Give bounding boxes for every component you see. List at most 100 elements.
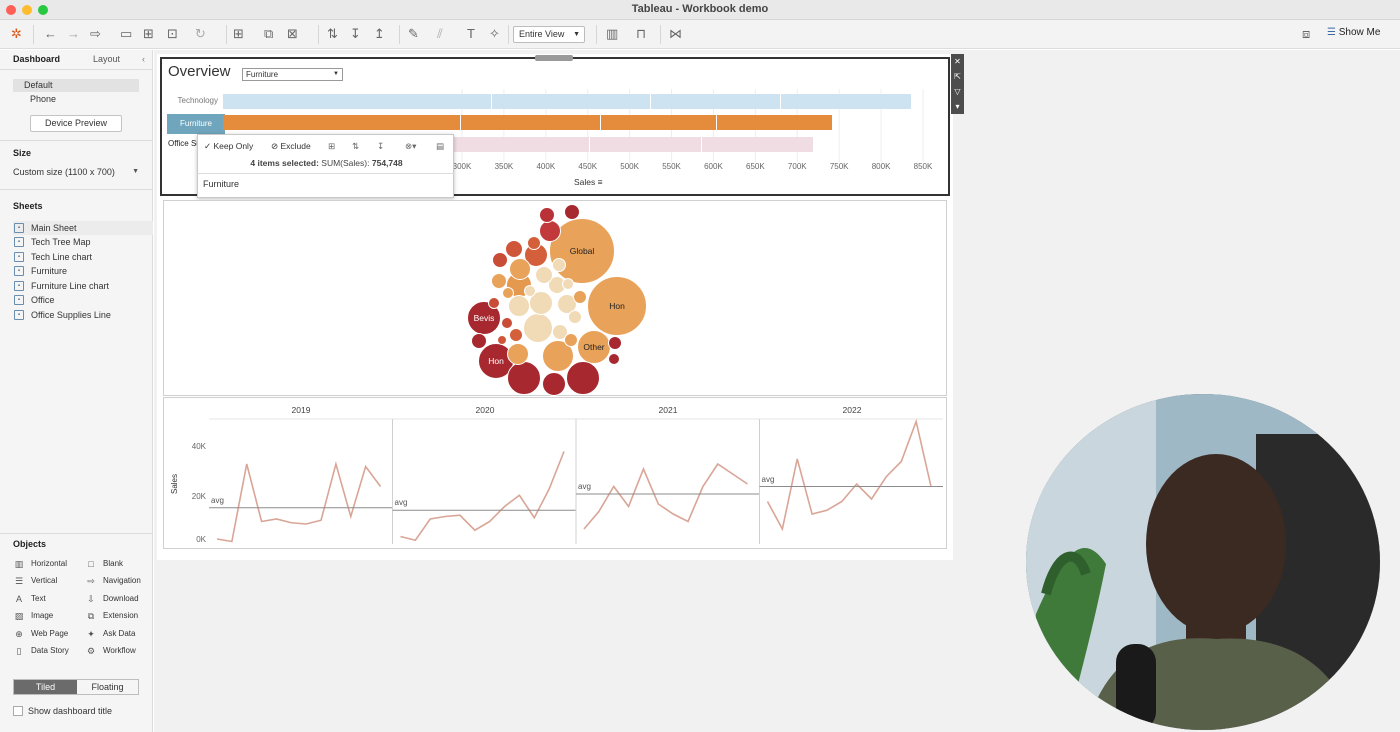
sheet-item[interactable]: ▪ Furniture	[13, 264, 153, 278]
tab-layout[interactable]: Layout	[93, 54, 120, 64]
book-icon[interactable]: ⧈	[1302, 26, 1310, 42]
object-blank[interactable]: □ Blank	[85, 558, 123, 570]
device-phone[interactable]: Phone	[13, 93, 139, 106]
bar-technology[interactable]	[223, 94, 912, 109]
bubble[interactable]	[508, 295, 530, 317]
object-vertical[interactable]: ☰ Vertical	[13, 575, 57, 587]
bubble[interactable]	[568, 310, 582, 324]
group-icon[interactable]: ⊞	[328, 139, 335, 154]
sheet-item[interactable]: ▪ Main Sheet	[13, 221, 153, 235]
tiled-button[interactable]: Tiled	[14, 680, 77, 694]
sheet-item[interactable]: ▪ Office	[13, 293, 153, 307]
series-line-2022[interactable]	[766, 418, 932, 532]
object-horizontal[interactable]: ▥ Horizontal	[13, 558, 67, 570]
duplicate-icon[interactable]: ⧉	[264, 26, 273, 42]
sheet-item[interactable]: ▪ Tech Line chart	[13, 250, 153, 264]
series-line-2020[interactable]	[400, 451, 565, 542]
presentation-mode-icon[interactable]: ⊓	[636, 26, 646, 42]
bubble[interactable]	[539, 220, 561, 242]
object-data-story[interactable]: ▯ Data Story	[13, 645, 69, 657]
sheet-item[interactable]: ▪ Tech Tree Map	[13, 235, 153, 249]
show-me-button[interactable]: ☰ Show Me	[1327, 27, 1380, 38]
collapse-panel-icon[interactable]: ‹	[142, 54, 145, 64]
bubble[interactable]	[471, 333, 487, 349]
fix-axes-icon[interactable]: ✧	[489, 26, 500, 42]
close-icon[interactable]: ✕	[951, 54, 964, 69]
object-navigation[interactable]: ⇨ Navigation	[85, 575, 141, 587]
bubble[interactable]	[542, 372, 566, 396]
save-icon[interactable]: ▭	[120, 26, 132, 42]
highlight-icon[interactable]: ✎	[408, 26, 419, 42]
size-select[interactable]: Custom size (1100 x 700) ▼	[13, 165, 141, 179]
sort-bars-icon[interactable]: ⇅	[352, 139, 359, 154]
keep-only-button[interactable]: ✓ Keep Only	[204, 139, 253, 154]
new-worksheet-icon[interactable]: ⊞	[233, 26, 244, 42]
show-labels-icon[interactable]: T	[467, 26, 475, 42]
overview-panel[interactable]: Overview Furniture ▼ Technology Furnitur…	[160, 57, 950, 198]
bubble[interactable]	[505, 240, 523, 258]
floating-button[interactable]: Floating	[77, 680, 138, 694]
bubble[interactable]	[523, 313, 553, 343]
bubble[interactable]	[562, 278, 574, 290]
open-sheet-icon[interactable]: ⇱	[951, 69, 964, 84]
bubble[interactable]	[527, 236, 541, 250]
bubble[interactable]	[509, 328, 523, 342]
view-size-select[interactable]: Entire View ▼	[513, 26, 585, 43]
pause-updates-icon[interactable]: ⊡	[167, 26, 178, 42]
bubble[interactable]	[488, 297, 500, 309]
sort-icon[interactable]: ≡	[598, 177, 603, 187]
object-ask-data[interactable]: ✦ Ask Data	[85, 628, 135, 640]
link-icon[interactable]: ⊗▾	[405, 139, 416, 154]
exclude-button[interactable]: ⊘ Exclude	[271, 139, 311, 154]
bubble[interactable]	[552, 258, 566, 272]
undo-icon[interactable]: ←	[44, 26, 57, 42]
view-data-icon[interactable]: ▤	[436, 139, 444, 154]
clear-sheet-icon[interactable]: ⊠	[287, 26, 298, 42]
swap-icon[interactable]: ⇅	[327, 26, 338, 42]
bubble[interactable]	[564, 333, 578, 347]
filter-icon[interactable]: ▽	[951, 84, 964, 99]
object-text[interactable]: A Text	[13, 593, 46, 605]
object-extension[interactable]: ⧉ Extension	[85, 610, 138, 622]
sheet-item[interactable]: ▪ Furniture Line chart	[13, 279, 153, 293]
bubble[interactable]	[608, 336, 622, 350]
bubble[interactable]	[535, 266, 553, 284]
bubble[interactable]	[507, 343, 529, 365]
group-members-icon[interactable]: ⫽	[437, 26, 443, 42]
bubble-chart-panel[interactable]: Global Hon Bevis Other Hon	[163, 200, 947, 396]
bar-furniture[interactable]	[223, 115, 832, 130]
bubble[interactable]	[502, 287, 514, 299]
new-datasource-icon[interactable]: ⊞	[143, 26, 154, 42]
object-workflow[interactable]: ⚙ Workflow	[85, 645, 136, 657]
bubble[interactable]	[509, 258, 531, 280]
object-download[interactable]: ⇩ Download	[85, 593, 138, 605]
line-chart-panel[interactable]: 2019 2020 2021 2022 40K 20K 0K Sales avg…	[163, 397, 947, 549]
show-cards-icon[interactable]: ▥	[606, 26, 618, 42]
replay-icon[interactable]: ⇨	[90, 26, 101, 42]
sheet-item[interactable]: ▪ Office Supplies Line	[13, 308, 153, 322]
series-line-2019[interactable]	[216, 460, 382, 543]
drag-handle[interactable]	[535, 55, 573, 61]
refresh-icon[interactable]: ↻	[195, 26, 206, 42]
bubble[interactable]	[539, 207, 555, 223]
show-dashboard-title-checkbox[interactable]: Show dashboard title	[13, 706, 112, 716]
bubble[interactable]	[501, 317, 513, 329]
bubble[interactable]	[524, 285, 536, 297]
category-label-technology[interactable]: Technology	[167, 93, 221, 109]
bubble[interactable]	[564, 204, 580, 220]
bubble[interactable]	[497, 335, 507, 345]
bubble[interactable]	[492, 252, 508, 268]
sort-ascending-icon[interactable]: ↧	[350, 26, 361, 42]
series-line-2021[interactable]	[583, 462, 748, 530]
more-options-icon[interactable]: ▾	[951, 99, 964, 114]
category-label-furniture[interactable]: Furniture	[167, 114, 225, 134]
device-default[interactable]: Default	[13, 79, 139, 92]
tableau-logo-icon[interactable]: ✲	[11, 26, 22, 42]
device-preview-button[interactable]: Device Preview	[30, 115, 122, 132]
share-icon[interactable]: ⋈	[669, 26, 682, 42]
category-filter-select[interactable]: Furniture ▼	[242, 68, 343, 81]
tab-dashboard[interactable]: Dashboard	[13, 54, 60, 64]
object-web-page[interactable]: ⊕ Web Page	[13, 628, 68, 640]
bubble[interactable]	[507, 361, 541, 395]
redo-icon[interactable]: →	[67, 26, 80, 42]
